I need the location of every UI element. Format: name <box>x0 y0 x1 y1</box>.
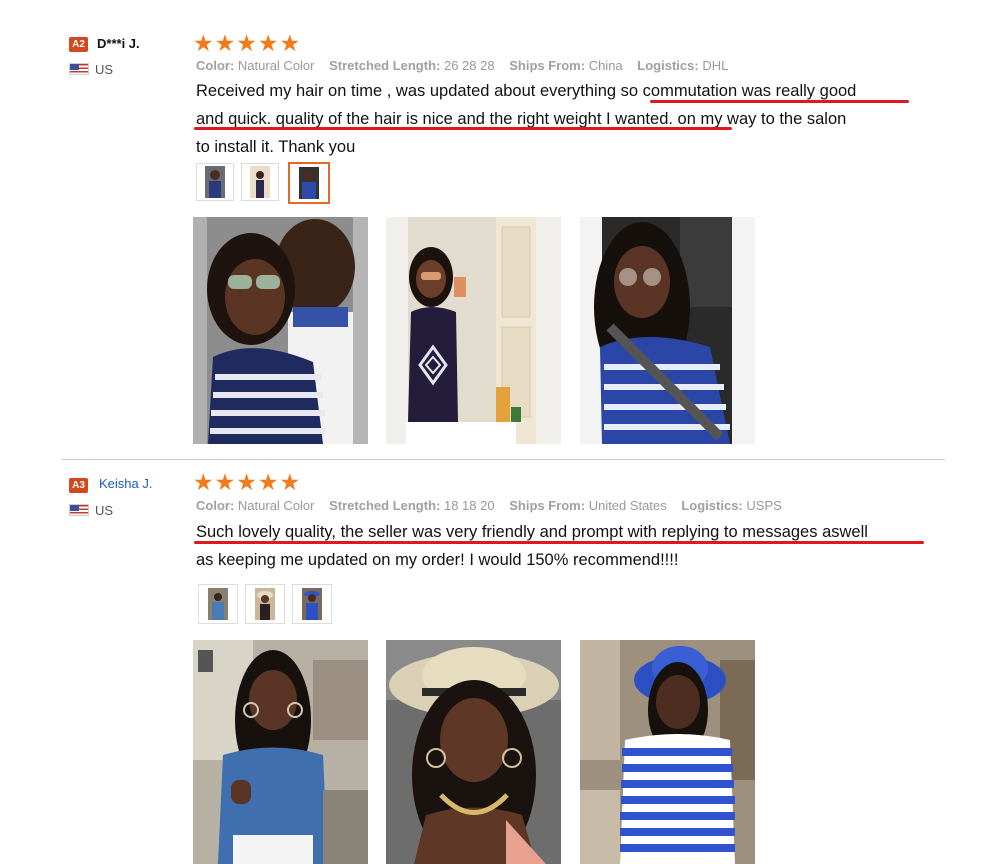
highlight-underline <box>194 541 924 544</box>
review-photo[interactable] <box>580 217 755 444</box>
color-label: Color: <box>196 58 235 73</box>
photo-thumbnail[interactable] <box>198 584 238 624</box>
photo-thumbnail[interactable] <box>292 584 332 624</box>
logistics-label: Logistics: <box>681 498 743 513</box>
buyer-level-badge: A3 <box>69 478 88 493</box>
photo-thumbnail[interactable] <box>245 584 285 624</box>
logistics-value: DHL <box>702 58 729 73</box>
reviewer-name[interactable]: Keisha J. <box>99 476 152 491</box>
highlight-underline <box>650 100 909 103</box>
length-label: Stretched Length: <box>329 58 441 73</box>
review-photo[interactable] <box>386 217 561 444</box>
order-attributes: Color: Natural Color Stretched Length: 2… <box>196 58 739 73</box>
length-value: 26 28 28 <box>443 58 495 73</box>
highlight-underline <box>194 127 732 130</box>
us-flag-icon <box>69 63 89 75</box>
ships-from-label: Ships From: <box>509 58 586 73</box>
review-photo[interactable] <box>193 640 368 864</box>
logistics-label: Logistics: <box>637 58 699 73</box>
reviewer-country: US <box>95 503 114 518</box>
reviewer-country: US <box>95 62 114 77</box>
review-divider <box>62 459 945 460</box>
color-label: Color: <box>196 498 235 513</box>
reviewer-name: D***i J. <box>97 36 140 51</box>
logistics-value: USPS <box>746 498 782 513</box>
length-value: 18 18 20 <box>443 498 495 513</box>
photo-thumbnail[interactable] <box>196 163 234 201</box>
review-photo[interactable] <box>580 640 755 864</box>
photo-thumbnail-selected[interactable] <box>288 162 330 204</box>
color-value: Natural Color <box>237 58 315 73</box>
ships-from-value: China <box>588 58 623 73</box>
review-text: Such lovely quality, the seller was very… <box>196 518 926 574</box>
review-photo[interactable] <box>386 640 561 864</box>
star-rating: ★★★★★ <box>193 469 302 495</box>
ships-from-value: United States <box>588 498 667 513</box>
review-text-line: to install it. Thank you <box>196 138 356 156</box>
star-rating: ★★★★★ <box>193 30 302 56</box>
review-text-line: as keeping me updated on my order! I wou… <box>196 551 679 569</box>
order-attributes: Color: Natural Color Stretched Length: 1… <box>196 498 793 513</box>
photo-thumbnail[interactable] <box>241 163 279 201</box>
review-text: Received my hair on time , was updated a… <box>196 77 926 161</box>
ships-from-label: Ships From: <box>509 498 586 513</box>
buyer-level-badge: A2 <box>69 37 88 52</box>
color-value: Natural Color <box>237 498 315 513</box>
length-label: Stretched Length: <box>329 498 441 513</box>
us-flag-icon <box>69 504 89 516</box>
review-photo[interactable] <box>193 217 368 444</box>
